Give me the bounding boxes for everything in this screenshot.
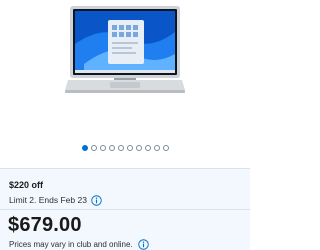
price-note-row: Prices may vary in club and online. — [9, 238, 149, 250]
carousel-dot[interactable] — [135, 145, 142, 151]
carousel-dots[interactable] — [0, 145, 250, 153]
carousel-dot[interactable] — [81, 145, 88, 151]
discount-label: $220 off — [9, 180, 44, 190]
carousel-dot[interactable] — [90, 145, 97, 151]
divider — [0, 209, 250, 210]
carousel-dot[interactable] — [162, 145, 169, 151]
product-image-area[interactable] — [0, 0, 250, 140]
limit-text: Limit 2. Ends Feb 23 — [9, 195, 87, 205]
price-panel: $220 off Limit 2. Ends Feb 23 $679.00 Pr… — [0, 168, 250, 250]
limit-row: Limit 2. Ends Feb 23 — [9, 194, 102, 206]
carousel-dot[interactable] — [117, 145, 124, 151]
carousel-dot[interactable] — [126, 145, 133, 151]
carousel-dot[interactable] — [99, 145, 106, 151]
laptop-image — [65, 6, 185, 93]
price-note: Prices may vary in club and online. — [9, 239, 133, 249]
info-icon[interactable] — [137, 238, 149, 250]
price: $679.00 — [8, 214, 82, 236]
carousel-dot[interactable] — [108, 145, 115, 151]
carousel-dot[interactable] — [153, 145, 160, 151]
info-icon[interactable] — [91, 194, 102, 206]
carousel-dot[interactable] — [144, 145, 151, 151]
